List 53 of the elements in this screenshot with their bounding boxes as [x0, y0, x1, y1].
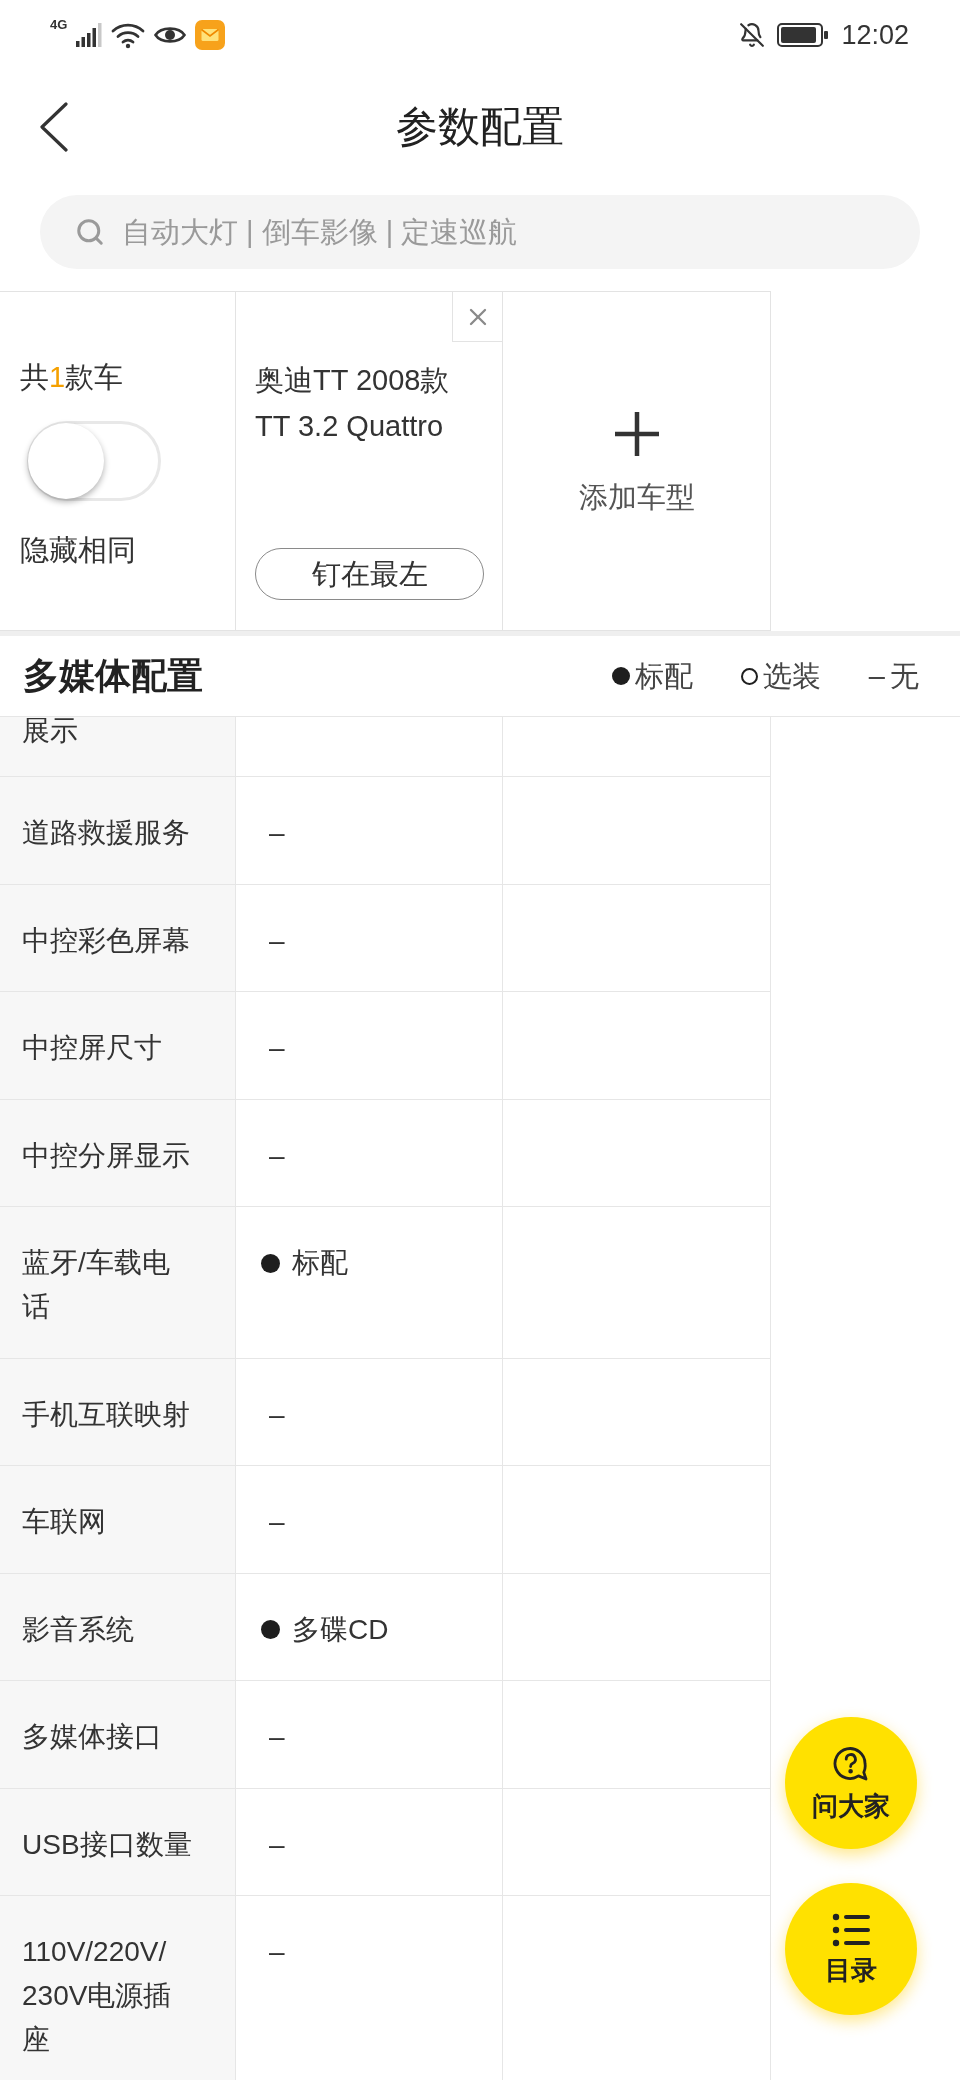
value-text: – [269, 1827, 285, 1862]
battery-icon [777, 23, 830, 47]
hide-same-label: 隐藏相同 [20, 533, 136, 568]
car-count-text: 共1款车 [20, 360, 124, 395]
search-field[interactable]: 自动大灯 | 倒车影像 | 定速巡航 [40, 195, 920, 269]
row-label: 中控彩色屏幕 [0, 884, 236, 991]
search-icon [75, 217, 105, 247]
row-label: 蓝牙/车载电话 [0, 1207, 236, 1358]
value-text: – [269, 816, 285, 850]
toggle-switch[interactable] [27, 421, 161, 501]
pin-left-button[interactable]: 钉在最左 [255, 548, 484, 600]
row-label: USB接口数量 [0, 1788, 236, 1895]
row-label: 手机互联映射 [0, 1358, 236, 1465]
wifi-icon [111, 21, 146, 49]
legend-label: 无 [890, 659, 919, 694]
value-text: – [269, 1505, 285, 1539]
value-text: 多碟CD [292, 1612, 389, 1647]
value-text: – [269, 1397, 285, 1432]
back-button[interactable] [40, 102, 68, 152]
add-car-button[interactable]: 添加车型 [503, 292, 770, 630]
value-text: – [269, 1031, 285, 1065]
row-label: 影音系统 [0, 1573, 236, 1680]
row-label: 中控分屏显示 [0, 1099, 236, 1206]
close-button[interactable] [452, 292, 502, 342]
row-label: 展示 [0, 717, 236, 776]
chevron-left-icon [40, 102, 68, 152]
value-text: – [269, 1935, 285, 1969]
legend-label: 选装 [762, 659, 821, 694]
row-label: 车联网 [0, 1466, 236, 1573]
row-label: 中控屏尺寸 [0, 992, 236, 1099]
bell-off-icon [739, 22, 766, 48]
catalog-button[interactable]: 目录 [785, 1883, 917, 2015]
car-model-name: 奥迪TT 2008款 TT 3.2 Quattro [255, 363, 451, 444]
dash-symbol: – [868, 659, 885, 694]
network-type-text: 4G [50, 18, 68, 31]
value-text: – [269, 1138, 285, 1173]
value-text: 标配 [292, 1246, 348, 1280]
list-icon [832, 1913, 870, 1947]
row-label: 110V/220V/230V电源插座 [0, 1896, 236, 2080]
page-title: 参数配置 [396, 102, 564, 152]
section-title: 多媒体配置 [23, 654, 203, 698]
value-text: – [269, 923, 285, 958]
row-label: 道路救援服务 [0, 777, 236, 884]
signal-icon [76, 23, 103, 47]
row-label: 多媒体接口 [0, 1681, 236, 1788]
question-bubble-icon [832, 1745, 870, 1783]
value-text: – [269, 1720, 285, 1754]
ask-button[interactable]: 问大家 [785, 1717, 917, 1849]
plus-icon [614, 412, 659, 456]
mail-app-icon [195, 20, 226, 50]
legend-label: 标配 [634, 659, 693, 694]
clock-time: 12:02 [841, 19, 909, 51]
eye-icon [154, 24, 187, 46]
